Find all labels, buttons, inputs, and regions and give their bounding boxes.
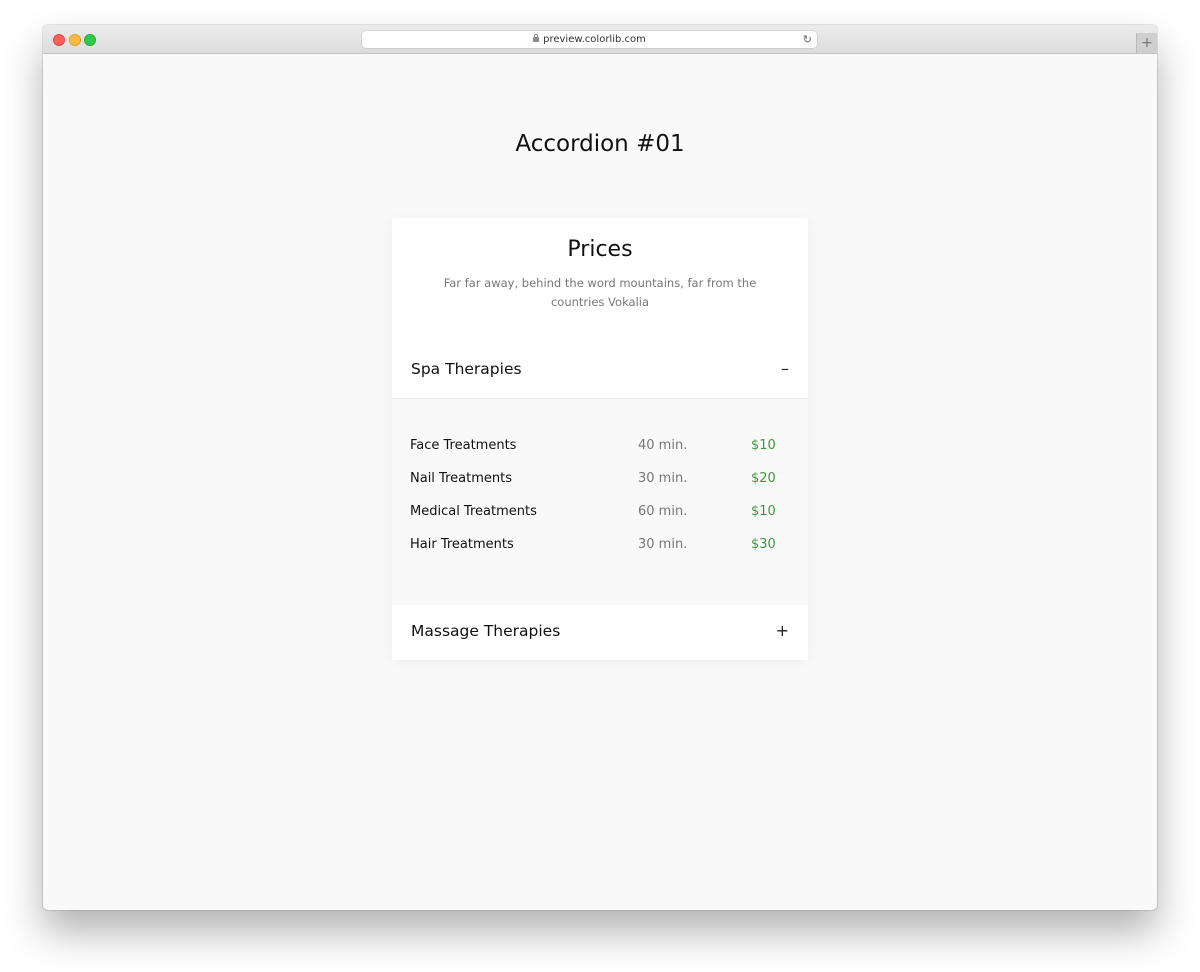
browser-window: preview.colorlib.com ↻ + Accordion #01 P… (43, 25, 1157, 910)
treatment-name: Face Treatments (410, 438, 517, 453)
prices-card: Prices Far far away, behind the word mou… (392, 218, 808, 660)
zoom-window-button[interactable] (84, 34, 96, 46)
page-content: Accordion #01 Prices Far far away, behin… (43, 54, 1157, 910)
new-tab-button[interactable]: + (1136, 33, 1157, 53)
address-bar[interactable]: preview.colorlib.com ↻ (362, 31, 817, 48)
card-subtitle: Far far away, behind the word mountains,… (443, 276, 757, 309)
browser-titlebar: preview.colorlib.com ↻ + (43, 25, 1157, 54)
treatment-price: $10 (751, 504, 776, 519)
treatment-name: Hair Treatments (410, 537, 514, 552)
treatment-price: $30 (751, 537, 776, 552)
card-header: Prices Far far away, behind the word mou… (392, 218, 808, 399)
accordion-header-massage-therapies[interactable]: Massage Therapies (411, 622, 560, 640)
minimize-window-button[interactable] (69, 34, 81, 46)
reload-icon[interactable]: ↻ (803, 31, 812, 48)
treatment-duration: 60 min. (638, 504, 688, 519)
page-title: Accordion #01 (515, 131, 685, 157)
treatment-price: $20 (751, 471, 776, 486)
price-row: Nail Treatments 30 min. $20 (410, 469, 776, 489)
treatment-price: $10 (751, 438, 776, 453)
expand-icon[interactable]: + (776, 621, 789, 640)
accordion-header-spa-therapies[interactable]: Spa Therapies (411, 360, 522, 378)
price-row: Medical Treatments 60 min. $10 (410, 502, 776, 522)
price-row: Face Treatments 40 min. $10 (410, 436, 776, 456)
lock-icon (533, 34, 540, 42)
close-window-button[interactable] (53, 34, 65, 46)
card-title: Prices (567, 237, 633, 262)
price-row: Hair Treatments 30 min. $30 (410, 535, 776, 555)
treatment-name: Nail Treatments (410, 471, 512, 486)
treatment-name: Medical Treatments (410, 504, 537, 519)
treatment-duration: 30 min. (638, 471, 688, 486)
treatment-duration: 40 min. (638, 438, 688, 453)
collapse-icon[interactable]: – (781, 359, 789, 378)
treatment-duration: 30 min. (638, 537, 688, 552)
address-url: preview.colorlib.com (543, 34, 646, 45)
accordion-item-massage-therapies[interactable]: Massage Therapies + (392, 605, 808, 660)
